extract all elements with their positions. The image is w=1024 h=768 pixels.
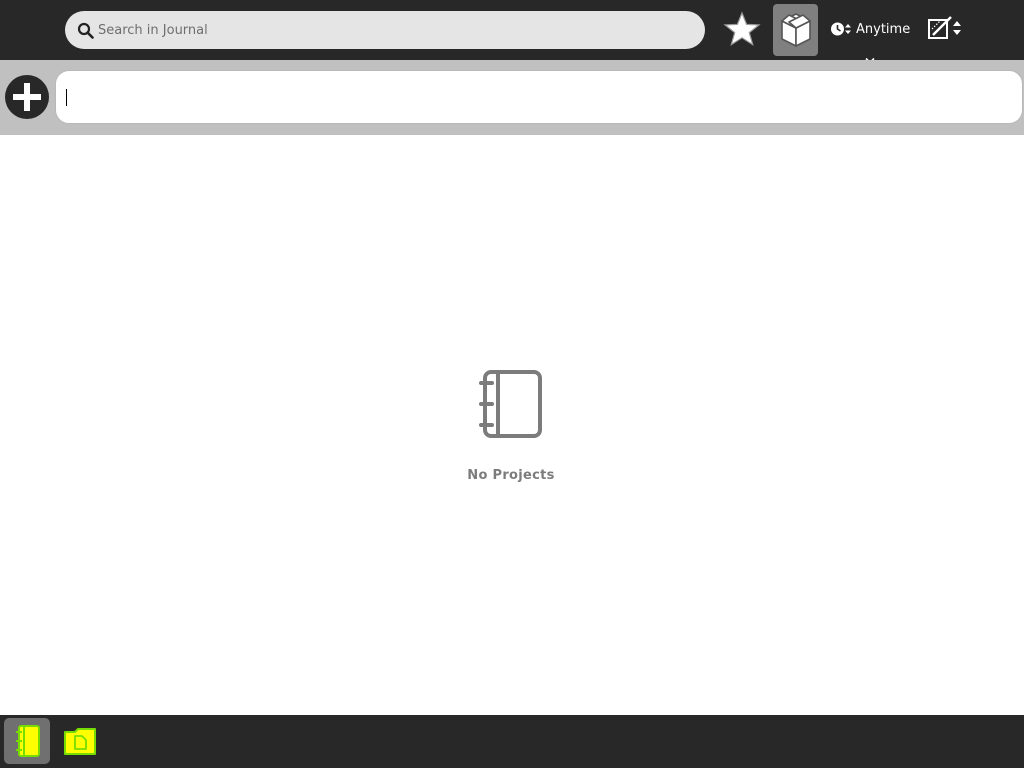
notebook-icon bbox=[478, 369, 544, 441]
journal-icon bbox=[12, 724, 42, 758]
taskbar-journal-button[interactable] bbox=[4, 718, 50, 764]
plus-icon bbox=[5, 75, 49, 119]
projects-view-button[interactable] bbox=[773, 4, 818, 56]
taskbar-documents-button[interactable] bbox=[57, 718, 103, 764]
add-project-button[interactable] bbox=[5, 75, 49, 119]
edit-sort-button[interactable] bbox=[926, 14, 964, 44]
project-title-field[interactable] bbox=[55, 70, 1023, 124]
empty-state-message: No Projects bbox=[467, 468, 555, 483]
projects-box-icon bbox=[779, 12, 813, 48]
time-filter-label: Anytime bbox=[856, 21, 911, 37]
project-title-input[interactable] bbox=[65, 85, 1005, 109]
search-box[interactable] bbox=[65, 11, 705, 49]
search-input[interactable] bbox=[98, 22, 678, 38]
clock-icon bbox=[830, 21, 852, 37]
text-cursor bbox=[66, 89, 67, 106]
bottom-taskbar bbox=[0, 715, 1024, 768]
star-icon bbox=[723, 11, 761, 49]
chevron-down-icon bbox=[864, 50, 876, 64]
search-icon bbox=[77, 22, 94, 39]
favorites-button[interactable] bbox=[720, 6, 764, 54]
edit-sort-icon bbox=[926, 14, 964, 44]
time-filter-button[interactable]: Anytime bbox=[830, 18, 910, 40]
documents-folder-icon bbox=[63, 726, 97, 756]
